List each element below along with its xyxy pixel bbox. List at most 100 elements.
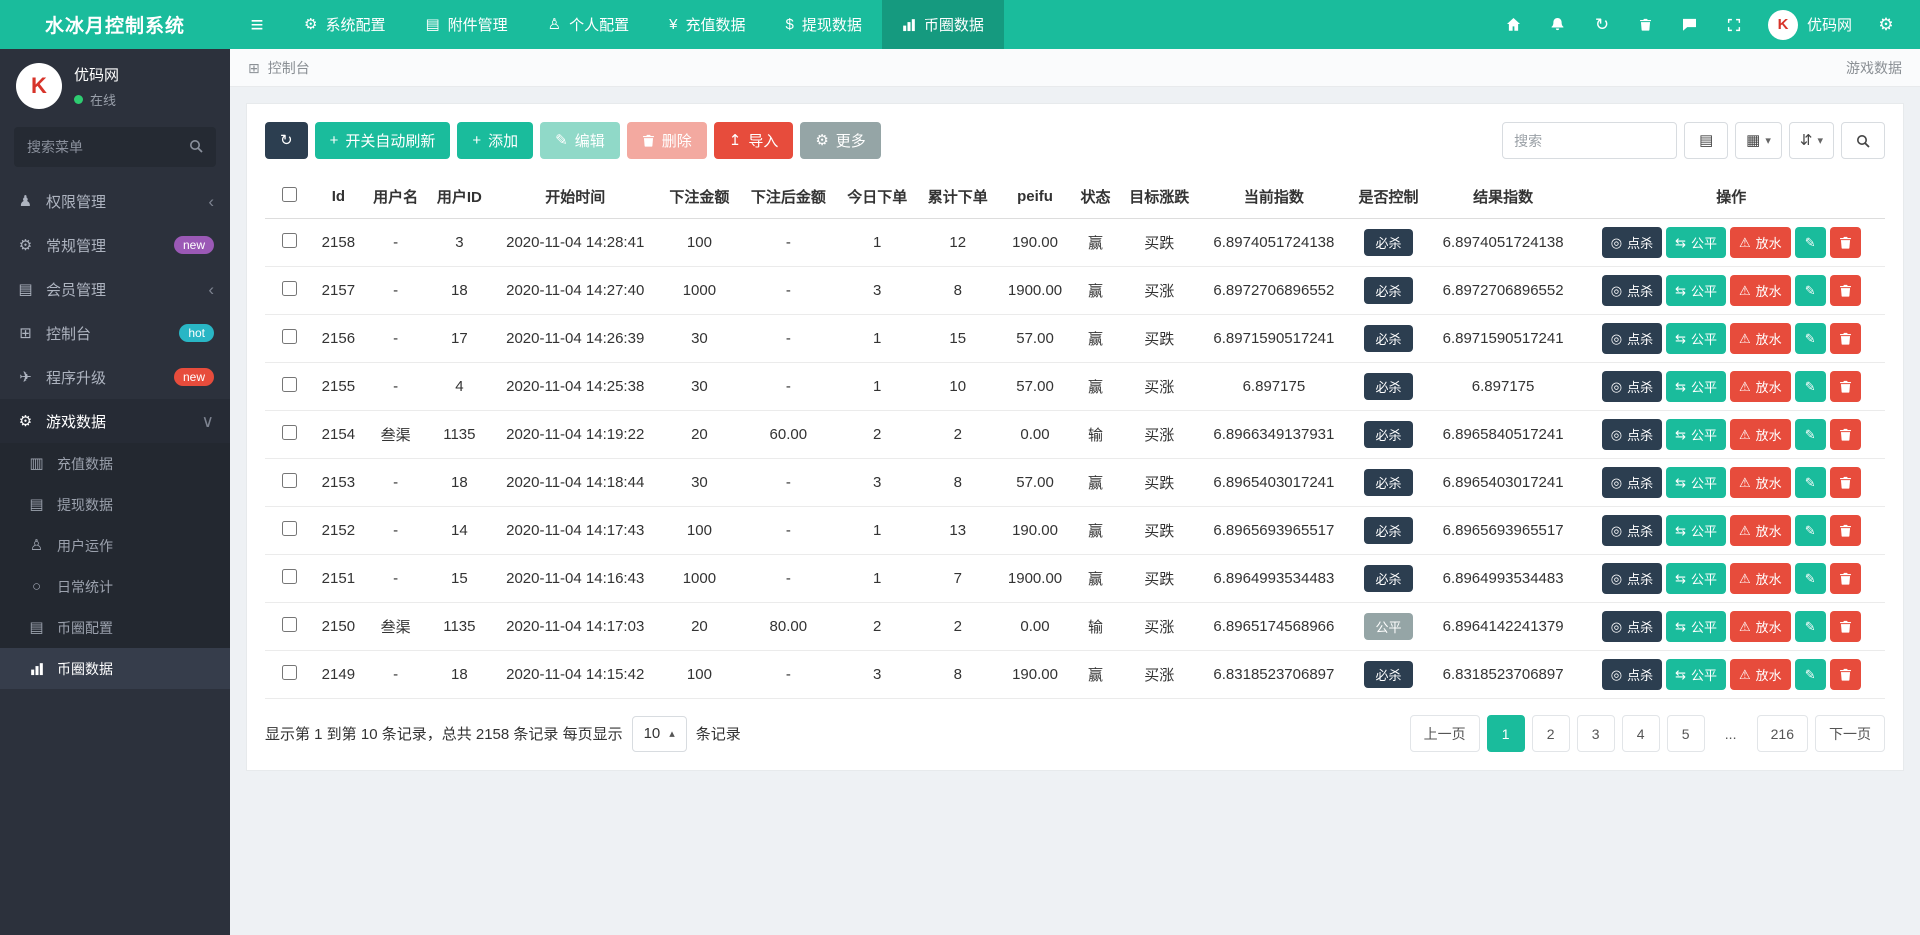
row-checkbox[interactable] bbox=[282, 665, 297, 680]
kill-button[interactable]: ◎点杀 bbox=[1602, 659, 1662, 690]
search-input[interactable] bbox=[1502, 122, 1677, 159]
kill-button[interactable]: ◎点杀 bbox=[1602, 323, 1662, 354]
fair-button[interactable]: ⇆公平 bbox=[1666, 515, 1726, 546]
page-next-button[interactable]: 下一页 bbox=[1815, 715, 1885, 752]
topnav-item-1[interactable]: ▤附件管理 bbox=[405, 0, 527, 49]
row-checkbox[interactable] bbox=[282, 521, 297, 536]
more-button[interactable]: ⚙更多 bbox=[800, 122, 880, 159]
edit-row-button[interactable]: ✎ bbox=[1795, 563, 1826, 594]
export-button[interactable]: ⇵▾ bbox=[1789, 122, 1834, 159]
edit-row-button[interactable]: ✎ bbox=[1795, 275, 1826, 306]
kill-button[interactable]: ◎点杀 bbox=[1602, 227, 1662, 258]
row-checkbox[interactable] bbox=[282, 425, 297, 440]
kill-button[interactable]: ◎点杀 bbox=[1602, 371, 1662, 402]
sidebar-search-input[interactable]: 搜索菜单 bbox=[14, 127, 216, 167]
refresh-icon[interactable]: ↻ bbox=[1580, 0, 1624, 49]
topnav-item-2[interactable]: ♙个人配置 bbox=[528, 0, 649, 49]
toggle-auto-refresh-button[interactable]: +开关自动刷新 bbox=[315, 122, 451, 159]
topnav-item-3[interactable]: ¥充值数据 bbox=[649, 0, 765, 49]
row-checkbox[interactable] bbox=[282, 329, 297, 344]
row-checkbox[interactable] bbox=[282, 281, 297, 296]
topnav-item-0[interactable]: ⚙系统配置 bbox=[284, 0, 405, 49]
column-header[interactable]: 用户名 bbox=[364, 175, 428, 219]
delete-row-button[interactable] bbox=[1830, 323, 1861, 354]
water-release-button[interactable]: ⚠放水 bbox=[1730, 611, 1791, 642]
column-header[interactable]: 开始时间 bbox=[491, 175, 659, 219]
kill-button[interactable]: ◎点杀 bbox=[1602, 563, 1662, 594]
sidebar-item-3[interactable]: ⊞控制台hot bbox=[0, 311, 230, 355]
refresh-button[interactable]: ↻ bbox=[265, 122, 308, 159]
edit-row-button[interactable]: ✎ bbox=[1795, 467, 1826, 498]
delete-row-button[interactable] bbox=[1830, 611, 1861, 642]
row-checkbox[interactable] bbox=[282, 617, 297, 632]
fullscreen-icon[interactable] bbox=[1712, 0, 1756, 49]
kill-button[interactable]: ◎点杀 bbox=[1602, 275, 1662, 306]
fair-button[interactable]: ⇆公平 bbox=[1666, 419, 1726, 450]
home-icon[interactable] bbox=[1492, 0, 1536, 49]
fair-button[interactable]: ⇆公平 bbox=[1666, 563, 1726, 594]
page-3-button[interactable]: 3 bbox=[1577, 715, 1615, 752]
row-checkbox[interactable] bbox=[282, 233, 297, 248]
water-release-button[interactable]: ⚠放水 bbox=[1730, 467, 1791, 498]
user-menu[interactable]: K 优码网 bbox=[1756, 10, 1864, 40]
edit-button[interactable]: ✎编辑 bbox=[540, 122, 620, 159]
page-5-button[interactable]: 5 bbox=[1667, 715, 1705, 752]
kill-button[interactable]: ◎点杀 bbox=[1602, 467, 1662, 498]
toggle-view-button[interactable]: ▤ bbox=[1684, 122, 1728, 159]
delete-row-button[interactable] bbox=[1830, 419, 1861, 450]
settings-gears-icon[interactable]: ⚙ bbox=[1864, 0, 1908, 49]
water-release-button[interactable]: ⚠放水 bbox=[1730, 515, 1791, 546]
fair-button[interactable]: ⇆公平 bbox=[1666, 323, 1726, 354]
edit-row-button[interactable]: ✎ bbox=[1795, 659, 1826, 690]
fair-button[interactable]: ⇆公平 bbox=[1666, 371, 1726, 402]
page-1-button[interactable]: 1 bbox=[1487, 715, 1525, 752]
column-header[interactable]: 用户ID bbox=[427, 175, 491, 219]
water-release-button[interactable]: ⚠放水 bbox=[1730, 419, 1791, 450]
search-button[interactable] bbox=[1841, 122, 1885, 159]
delete-button[interactable]: 删除 bbox=[627, 122, 707, 159]
submenu-item-3[interactable]: ○日常统计 bbox=[0, 566, 230, 607]
page-2-button[interactable]: 2 bbox=[1532, 715, 1570, 752]
topnav-item-5[interactable]: 币圈数据 bbox=[882, 0, 1004, 49]
column-header[interactable]: Id bbox=[313, 175, 364, 219]
column-header[interactable]: 目标涨跌 bbox=[1119, 175, 1200, 219]
column-header[interactable]: 下注金额 bbox=[659, 175, 740, 219]
add-button[interactable]: +添加 bbox=[457, 122, 533, 159]
fair-button[interactable]: ⇆公平 bbox=[1666, 659, 1726, 690]
columns-visibility-button[interactable]: ▦▾ bbox=[1735, 122, 1782, 159]
submenu-item-4[interactable]: ▤币圈配置 bbox=[0, 607, 230, 648]
delete-row-button[interactable] bbox=[1830, 371, 1861, 402]
submenu-item-2[interactable]: ♙用户运作 bbox=[0, 525, 230, 566]
sidebar-item-1[interactable]: ⚙常规管理new bbox=[0, 223, 230, 267]
column-header[interactable]: 结果指数 bbox=[1429, 175, 1578, 219]
column-header[interactable]: 下注后金额 bbox=[740, 175, 837, 219]
delete-row-button[interactable] bbox=[1830, 515, 1861, 546]
column-header[interactable]: 当前指数 bbox=[1200, 175, 1349, 219]
kill-button[interactable]: ◎点杀 bbox=[1602, 611, 1662, 642]
fair-button[interactable]: ⇆公平 bbox=[1666, 467, 1726, 498]
submenu-item-5[interactable]: 币圈数据 bbox=[0, 648, 230, 689]
bell-icon[interactable] bbox=[1536, 0, 1580, 49]
water-release-button[interactable]: ⚠放水 bbox=[1730, 275, 1791, 306]
fair-button[interactable]: ⇆公平 bbox=[1666, 275, 1726, 306]
column-header[interactable]: 操作 bbox=[1577, 175, 1885, 219]
sidebar-item-5[interactable]: ⚙游戏数据∨ bbox=[0, 399, 230, 443]
delete-row-button[interactable] bbox=[1830, 275, 1861, 306]
page-size-select[interactable]: 10 ▴ bbox=[632, 716, 687, 752]
fair-button[interactable]: ⇆公平 bbox=[1666, 611, 1726, 642]
breadcrumb-console[interactable]: ⊞ 控制台 bbox=[248, 58, 310, 78]
column-header[interactable]: peifu bbox=[998, 175, 1072, 219]
column-header[interactable]: 累计下单 bbox=[917, 175, 998, 219]
import-button[interactable]: ↥导入 bbox=[714, 122, 794, 159]
page-prev-button[interactable]: 上一页 bbox=[1410, 715, 1480, 752]
edit-row-button[interactable]: ✎ bbox=[1795, 515, 1826, 546]
kill-button[interactable]: ◎点杀 bbox=[1602, 515, 1662, 546]
water-release-button[interactable]: ⚠放水 bbox=[1730, 371, 1791, 402]
page-4-button[interactable]: 4 bbox=[1622, 715, 1660, 752]
water-release-button[interactable]: ⚠放水 bbox=[1730, 323, 1791, 354]
kill-button[interactable]: ◎点杀 bbox=[1602, 419, 1662, 450]
row-checkbox[interactable] bbox=[282, 377, 297, 392]
message-icon[interactable] bbox=[1668, 0, 1712, 49]
delete-row-button[interactable] bbox=[1830, 659, 1861, 690]
delete-row-button[interactable] bbox=[1830, 563, 1861, 594]
